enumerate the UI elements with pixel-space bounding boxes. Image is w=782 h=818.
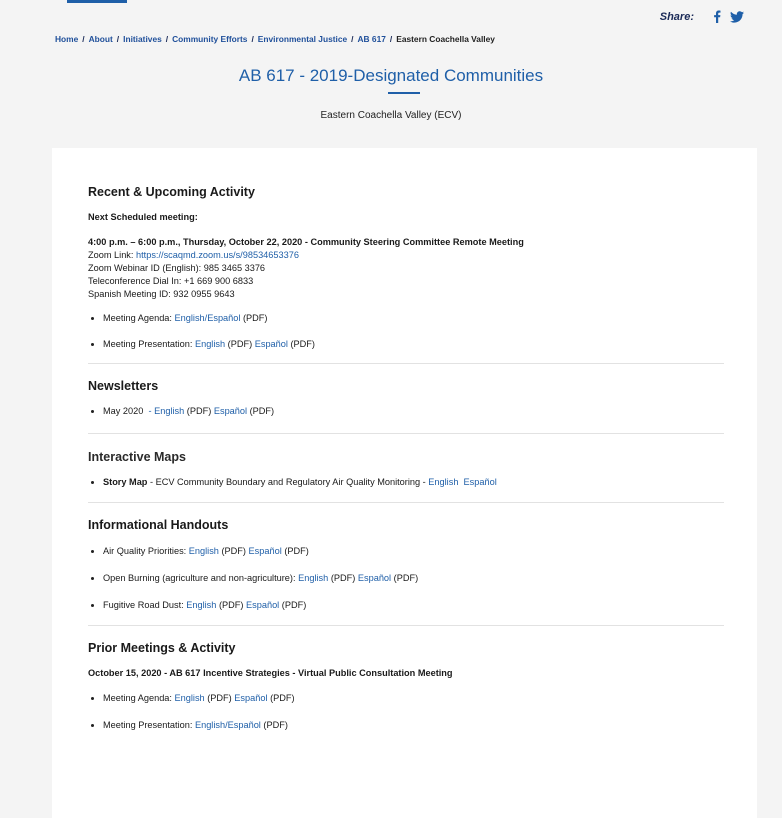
handout-label: Fugitive Road Dust: [103,600,184,610]
breadcrumb-separator: / [389,34,393,44]
list-item: Meeting Agenda: English (PDF) Español (P… [88,692,724,705]
list-item: Open Burning (agriculture and non-agricu… [88,572,724,585]
presentation-espanol-link[interactable]: Español [255,339,288,349]
breadcrumb-ab617[interactable]: AB 617 [358,34,386,44]
recent-materials-list: Meeting Agenda: English/Español (PDF) Me… [88,312,724,351]
story-map-description: - ECV Community Boundary and Regulatory … [149,477,426,487]
pdf-label: (PDF) [290,339,315,349]
share-bar: Share: [660,10,744,23]
handout-english-link[interactable]: English [186,600,216,610]
breadcrumb-home[interactable]: Home [55,34,78,44]
zoom-link-label: Zoom Link: [88,250,134,260]
pdf-label: (PDF) [270,693,295,703]
list-item: Meeting Agenda: English/Español (PDF) [88,312,724,325]
agenda-label: Meeting Agenda: [103,313,172,323]
prior-presentation-link[interactable]: English/Español [195,720,261,730]
breadcrumb-separator: / [116,34,120,44]
breadcrumb-separator: / [351,34,354,44]
facebook-icon[interactable] [713,10,721,23]
agenda-label: Meeting Agenda: [103,693,172,703]
maps-list: Story Map - ECV Community Boundary and R… [88,476,724,489]
pdf-label: (PDF) [207,693,232,703]
section-heading-recent: Recent & Upcoming Activity [88,185,255,199]
section-heading-handouts: Informational Handouts [88,518,229,532]
dial-in-number: Teleconference Dial In: +1 669 900 6833 [88,276,254,286]
top-accent-bar [67,0,127,3]
handout-espanol-link[interactable]: Español [358,573,391,583]
story-map-espanol-link[interactable]: Español [464,477,497,487]
section-heading-newsletters: Newsletters [88,379,159,393]
pdf-label: (PDF) [393,573,419,583]
handout-english-link[interactable]: English [189,546,219,556]
pdf-label: (PDF) [242,313,268,323]
presentation-label: Meeting Presentation: [103,720,193,730]
presentation-english-link[interactable]: English [195,339,225,349]
handout-label: Air Quality Priorities: [103,546,187,556]
page-subtitle: Eastern Coachella Valley (ECV) [320,110,462,121]
zoom-link-line: Zoom Link: https://scaqmd.zoom.us/s/9853… [88,249,724,262]
breadcrumb-current: Eastern Coachella Valley [396,34,495,44]
section-heading-maps: Interactive Maps [88,450,186,464]
content-card: Recent & Upcoming Activity Next Schedule… [52,148,757,818]
twitter-icon[interactable] [730,10,744,23]
presentation-label: Meeting Presentation: [103,339,193,349]
pdf-label: (PDF) [281,600,307,610]
breadcrumb-separator: / [251,34,254,44]
title-underline [388,92,420,94]
pdf-label: (PDF) [284,546,309,556]
list-item: Fugitive Road Dust: English (PDF) Españo… [88,599,724,612]
prior-agenda-english-link[interactable]: English [175,693,205,703]
page-title: AB 617 - 2019-Designated Communities [238,66,544,85]
pdf-label: (PDF) [227,339,253,349]
prior-agenda-espanol-link[interactable]: Español [234,693,267,703]
list-item: Story Map - ECV Community Boundary and R… [88,476,724,489]
story-map-label: Story Map [103,477,148,487]
pdf-label: (PDF) [330,573,356,583]
story-map-english-link[interactable]: English [428,477,458,487]
newsletter-label: May 2020 [103,406,144,416]
share-label: Share: [659,10,694,23]
webinar-id: Zoom Webinar ID (English): 985 3465 3376 [88,263,266,273]
prior-materials-list: Meeting Agenda: English (PDF) Español (P… [88,692,724,732]
list-item: Meeting Presentation: English/Español (P… [88,719,724,732]
handout-espanol-link[interactable]: Español [249,546,282,556]
meeting-title: 4:00 p.m. – 6:00 p.m., Thursday, October… [88,237,524,247]
breadcrumb-about[interactable]: About [89,34,113,44]
breadcrumb: Home / About / Initiatives / Community Efforts… [55,34,495,44]
handout-label: Open Burning (agriculture and non-agricu… [103,573,296,583]
pdf-label: (PDF) [263,720,288,730]
newsletter-english-link[interactable]: - English [148,406,184,416]
spanish-meeting-id: Spanish Meeting ID: 932 0955 9643 [88,289,235,299]
prior-meeting-title: October 15, 2020 - AB 617 Incentive Stra… [88,668,453,678]
pdf-label: (PDF) [186,406,212,416]
newsletters-list: May 2020 - English (PDF) Español (PDF) [88,405,724,418]
newsletter-espanol-link[interactable]: Español [214,406,247,416]
breadcrumb-community-efforts[interactable]: Community Efforts [172,34,247,44]
handout-espanol-link[interactable]: Español [246,600,279,610]
list-item: Meeting Presentation: English (PDF) Espa… [88,338,724,351]
breadcrumb-initiatives[interactable]: Initiatives [123,34,162,44]
agenda-link[interactable]: English/Español [175,313,241,323]
list-item: Air Quality Priorities: English (PDF) Es… [88,545,724,558]
handout-english-link[interactable]: English [298,573,328,583]
next-meeting-label: Next Scheduled meeting: [88,212,198,222]
zoom-link[interactable]: https://scaqmd.zoom.us/s/98534653376 [136,250,299,260]
pdf-label: (PDF) [221,546,246,556]
breadcrumb-environmental-justice[interactable]: Environmental Justice [258,34,347,44]
list-item: May 2020 - English (PDF) Español (PDF) [88,405,724,418]
breadcrumb-separator: / [165,34,169,44]
breadcrumb-separator: / [82,34,85,44]
pdf-label: (PDF) [249,406,275,416]
pdf-label: (PDF) [218,600,244,610]
section-heading-prior: Prior Meetings & Activity [88,641,236,655]
handouts-list: Air Quality Priorities: English (PDF) Es… [88,545,724,612]
